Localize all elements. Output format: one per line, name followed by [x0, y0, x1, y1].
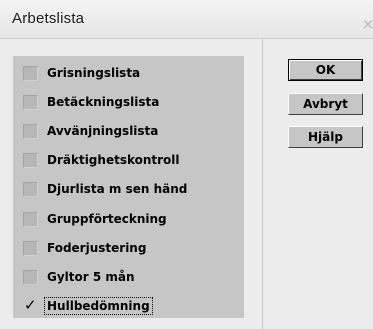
list-item-grisningslista[interactable]: Grisningslista [23, 61, 141, 85]
list-item-label: Betäckningslista [47, 95, 160, 109]
ok-button[interactable]: OK [288, 59, 363, 81]
list-item-betackningslista[interactable]: Betäckningslista [23, 90, 160, 114]
checkbox[interactable] [23, 65, 38, 81]
list-item-avvanjningslista[interactable]: Avvänjningslista [23, 119, 159, 143]
list-item-djurlista[interactable]: Djurlista m sen händ [23, 177, 188, 201]
list-item-label: Foderjustering [47, 241, 147, 255]
list-item-label: Djurlista m sen händ [47, 182, 188, 196]
checkbox[interactable] [23, 123, 38, 139]
checkbox[interactable] [23, 94, 38, 110]
window-title: Arbetslista [12, 10, 85, 27]
list-item-hullbedomning[interactable]: ✓ Hullbedömning [23, 294, 153, 318]
divider [262, 39, 263, 329]
list-item-label: Avvänjningslista [47, 124, 159, 138]
list-item-gruppforteckning[interactable]: Gruppförteckning [23, 207, 168, 231]
checklist-panel: Grisningslista Betäckningslista Avvänjni… [13, 56, 244, 318]
list-item-draktighetskontroll[interactable]: Dräktighetskontroll [23, 148, 181, 172]
cancel-button[interactable]: Avbryt [288, 93, 363, 115]
checkmark-icon: ✓ [24, 295, 37, 314]
checkbox[interactable] [23, 269, 38, 285]
checkbox[interactable] [23, 152, 38, 168]
list-item-label: Gruppförteckning [47, 212, 167, 226]
help-button[interactable]: Hjälp [288, 126, 363, 148]
list-item-foderjustering[interactable]: Foderjustering [23, 236, 147, 260]
list-item-label: Grisningslista [47, 66, 141, 80]
dialog-window: Arbetslista × Grisningslista Betäcknings… [0, 0, 373, 329]
title-bar: Arbetslista × [0, 0, 373, 39]
checkbox[interactable] [23, 211, 38, 227]
checkbox[interactable] [23, 181, 38, 197]
checkbox[interactable] [23, 240, 38, 256]
list-item-label: Gyltor 5 mån [47, 270, 135, 284]
close-icon[interactable]: × [359, 15, 373, 33]
list-item-label: Dräktighetskontroll [47, 153, 180, 167]
list-item-label: Hullbedömning [44, 297, 153, 315]
checkbox-checked[interactable]: ✓ [23, 295, 38, 314]
list-item-gyltor[interactable]: Gyltor 5 mån [23, 265, 136, 289]
